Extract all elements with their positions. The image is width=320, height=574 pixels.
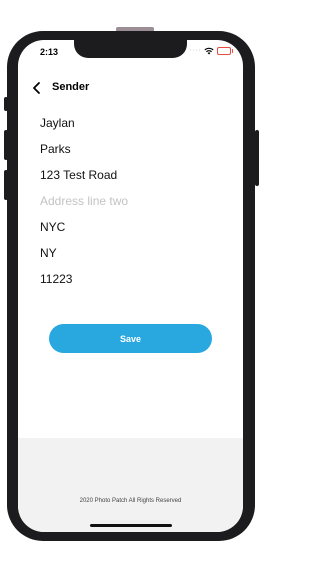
status-time: 2:13: [40, 47, 59, 57]
nav-bar: Sender: [18, 78, 243, 98]
footer: 2020 Photo Patch All Rights Reserved: [18, 438, 243, 532]
wifi-icon: [204, 47, 214, 55]
phone-screen: 2:13 ···· Sender Save 2020 Photo Patch A…: [18, 40, 243, 532]
chevron-left-icon[interactable]: [30, 81, 44, 95]
address-line-one-field[interactable]: [40, 165, 220, 185]
status-icons: ····: [189, 47, 233, 55]
address-line-two-field[interactable]: [40, 191, 220, 211]
signal-icon: ····: [189, 47, 201, 54]
save-button[interactable]: Save: [49, 324, 212, 353]
state-field[interactable]: [40, 243, 220, 263]
footer-copyright: 2020 Photo Patch All Rights Reserved: [79, 498, 182, 504]
first-name-field[interactable]: [40, 113, 220, 133]
page-title: Sender: [52, 81, 90, 93]
hardware-power-button: [255, 130, 259, 186]
home-indicator[interactable]: [90, 524, 172, 527]
city-field[interactable]: [40, 217, 220, 237]
zip-field[interactable]: [40, 269, 220, 289]
last-name-field[interactable]: [40, 139, 220, 159]
battery-icon: [217, 47, 233, 55]
notch: [74, 40, 187, 58]
